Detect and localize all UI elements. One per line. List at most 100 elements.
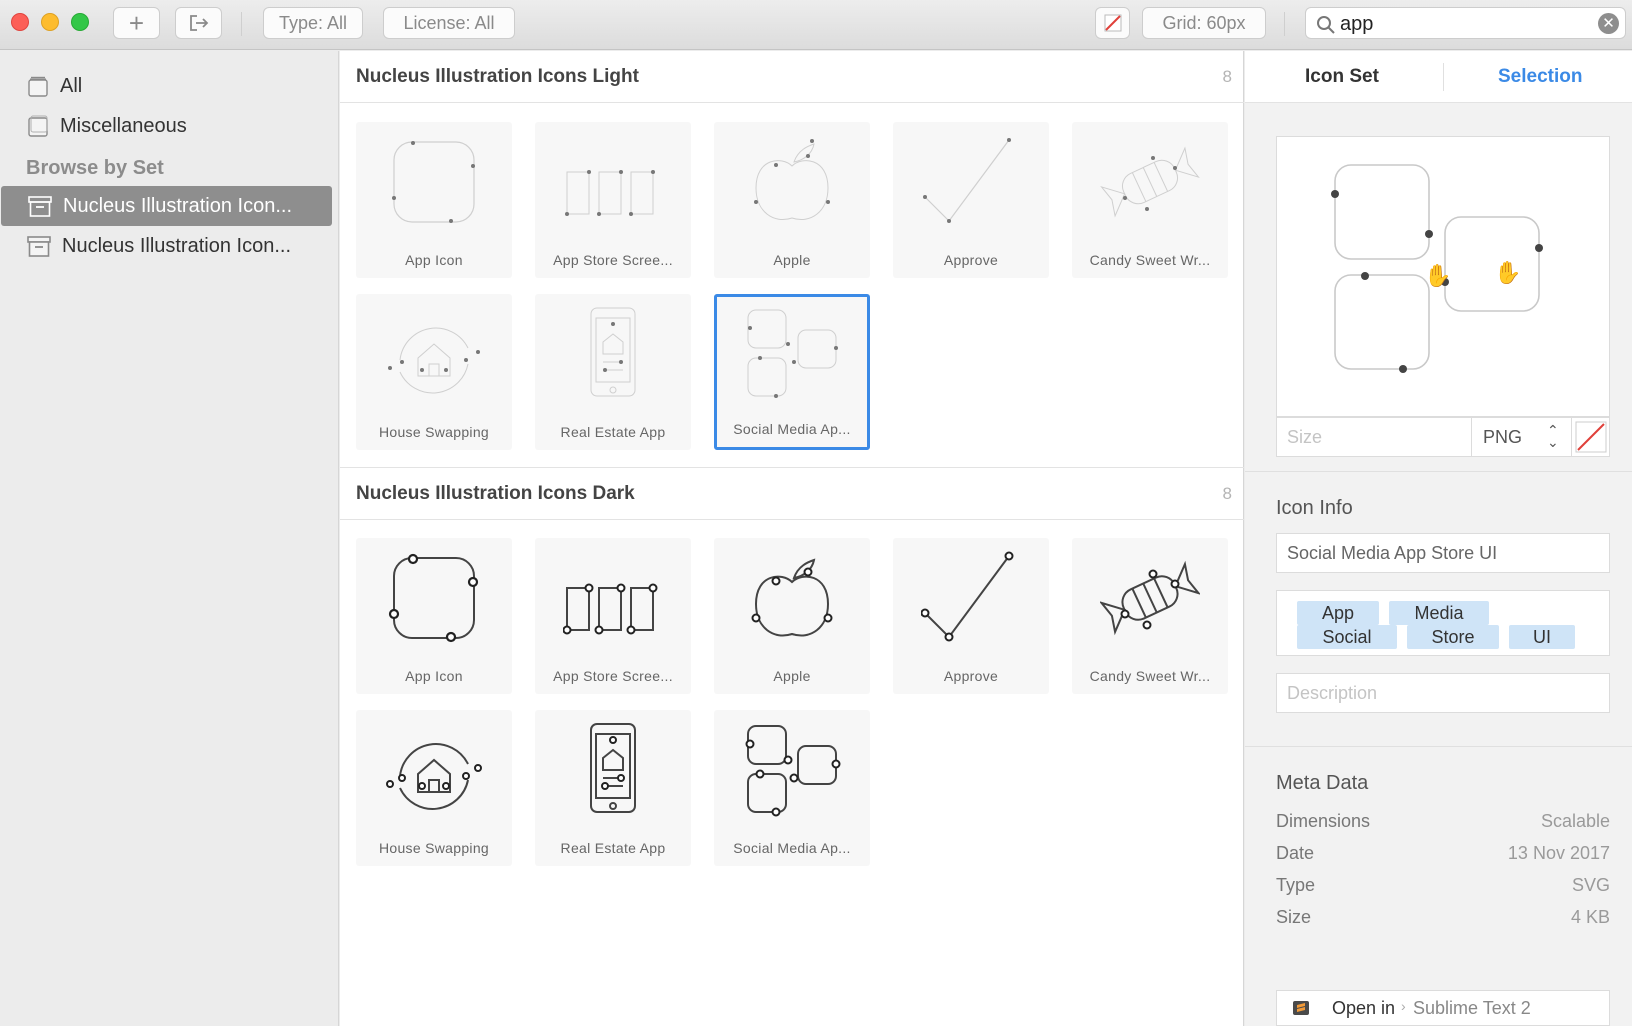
approve-checkmark-illustration: [923, 138, 1011, 223]
icon-tile[interactable]: App Icon: [356, 538, 512, 694]
close-window-button[interactable]: [11, 13, 29, 31]
inspector-panel: Icon Set Selection ✋ ✋ Size PNG ⌃ ⌄ Icon …: [1245, 51, 1632, 1026]
icon-tile[interactable]: App Icon: [356, 122, 512, 278]
chevron-right-icon: ›: [1401, 998, 1406, 1014]
clear-search-icon[interactable]: ✕: [1598, 13, 1619, 34]
social-media-app-illustration: [747, 309, 838, 398]
format-select[interactable]: PNG: [1483, 427, 1522, 448]
icon-tile[interactable]: Apple: [714, 538, 870, 694]
size-input[interactable]: Size: [1287, 427, 1322, 448]
icon-tile-label: Social Media Ap...: [733, 840, 851, 856]
chevron-up-down-icon: ⌃ ⌄: [1547, 422, 1559, 450]
icon-tile[interactable]: House Swapping: [356, 294, 512, 450]
open-in-app-name: Sublime Text 2: [1413, 998, 1531, 1018]
house-swapping-illustration: [386, 743, 482, 810]
icon-tile[interactable]: App Store Scree...: [535, 122, 691, 278]
app-store-screens-illustration: [565, 170, 655, 216]
icon-tile-label: Apple: [773, 668, 811, 684]
export-button[interactable]: [175, 7, 222, 39]
meta-value: 4 KB: [1570, 907, 1610, 927]
search-field[interactable]: app ✕: [1305, 7, 1626, 39]
description-field[interactable]: Description: [1276, 673, 1610, 713]
apple-illustration: [754, 139, 830, 220]
icon-tile[interactable]: Approve: [893, 538, 1049, 694]
open-in-button[interactable]: Open in › Sublime Text 2: [1276, 990, 1610, 1026]
section-divider: [1245, 471, 1632, 472]
grab-hand-icon: ✋: [1424, 263, 1451, 289]
tab-divider: [1443, 63, 1444, 91]
icon-tile[interactable]: House Swapping: [356, 710, 512, 866]
sidebar-item-miscellaneous[interactable]: Miscellaneous: [0, 106, 331, 146]
sidebar-item-all[interactable]: All: [0, 66, 331, 106]
tag-chip[interactable]: Store: [1407, 625, 1499, 649]
search-input[interactable]: app: [1340, 13, 1373, 36]
sidebar-set-label: Nucleus Illustration Icon...: [62, 234, 291, 257]
icon-tile[interactable]: Approve: [893, 122, 1049, 278]
icon-browser: Nucleus Illustration Icons Light 8 App I…: [340, 51, 1244, 1026]
icon-tile-label: App Icon: [405, 252, 463, 268]
icon-tile-label: House Swapping: [378, 840, 490, 856]
grid-size-button[interactable]: Grid: 60px: [1142, 7, 1266, 39]
export-icon: [189, 15, 208, 31]
grab-hand-icon: ✋: [1494, 260, 1521, 286]
license-filter-button[interactable]: License: All: [383, 7, 515, 39]
app-icon-illustration: [392, 141, 475, 223]
icon-tile-label: App Store Scree...: [553, 668, 673, 684]
icon-name-field[interactable]: Social Media App Store UI: [1276, 533, 1610, 573]
icon-tile-selected[interactable]: Social Media Ap...: [714, 294, 870, 450]
candy-illustration: [1100, 146, 1200, 218]
no-background-icon[interactable]: [1572, 418, 1610, 456]
tag-chip[interactable]: Social: [1297, 625, 1397, 649]
meta-value: 13 Nov 2017: [1507, 843, 1610, 863]
icon-info-header: Icon Info: [1276, 497, 1353, 519]
stack-icon: [28, 76, 48, 97]
icon-tile-label: Social Media Ap...: [733, 421, 851, 437]
export-options-bar: Size PNG ⌃ ⌄: [1276, 417, 1610, 457]
icon-tile[interactable]: Candy Sweet Wr...: [1072, 538, 1228, 694]
meta-data-header: Meta Data: [1276, 772, 1369, 794]
meta-key: Type: [1276, 875, 1316, 895]
tag-chip[interactable]: UI: [1509, 625, 1575, 649]
tab-icon-set[interactable]: Icon Set: [1305, 66, 1379, 88]
type-filter-button[interactable]: Type: All: [263, 7, 363, 39]
sidebar-set-item[interactable]: Nucleus Illustration Icon...: [0, 226, 331, 266]
tag-chip[interactable]: App: [1297, 601, 1379, 625]
zoom-window-button[interactable]: [71, 13, 89, 31]
sublime-text-icon: [1293, 1001, 1309, 1015]
icon-tile[interactable]: Candy Sweet Wr...: [1072, 122, 1228, 278]
tags-field[interactable]: App Media Social Store UI: [1276, 590, 1610, 656]
icon-preview[interactable]: ✋ ✋: [1276, 136, 1610, 417]
icon-tile[interactable]: Real Estate App: [535, 710, 691, 866]
folder-stack-icon: [28, 115, 48, 137]
section-header: Nucleus Illustration Icons Dark 8: [340, 468, 1244, 520]
divider: [1471, 418, 1472, 456]
section-count: 8: [1222, 67, 1232, 86]
browse-by-set-header: Browse by Set: [26, 157, 164, 179]
icon-tile-label: Apple: [773, 252, 811, 268]
license-filter-label: License: All: [403, 12, 495, 33]
icon-tile-label: Candy Sweet Wr...: [1089, 668, 1211, 684]
inspector-tabs: Icon Set Selection: [1245, 51, 1632, 103]
add-button[interactable]: +: [113, 7, 160, 39]
house-swapping-illustration: [388, 327, 480, 394]
real-estate-app-illustration: [590, 307, 636, 397]
icon-tile[interactable]: Real Estate App: [535, 294, 691, 450]
social-media-app-preview-illustration: ✋ ✋: [1331, 164, 1543, 373]
icon-tile[interactable]: App Store Scree...: [535, 538, 691, 694]
icon-tile[interactable]: Apple: [714, 122, 870, 278]
minimize-window-button[interactable]: [41, 13, 59, 31]
tag-chip[interactable]: Media: [1389, 601, 1489, 625]
meta-value: Scalable: [1540, 811, 1610, 831]
sidebar-set-item[interactable]: Nucleus Illustration Icon...: [1, 186, 332, 226]
icon-tile-label: App Store Scree...: [553, 252, 673, 268]
icon-tile-label: Approve: [943, 668, 999, 684]
section-header: Nucleus Illustration Icons Light 8: [340, 51, 1244, 103]
icon-tile-label: App Icon: [405, 668, 463, 684]
tab-selection[interactable]: Selection: [1498, 66, 1582, 88]
background-color-button[interactable]: [1095, 7, 1130, 39]
sidebar-item-label: All: [60, 74, 83, 97]
real-estate-app-illustration: [590, 723, 636, 813]
icon-tile[interactable]: Social Media Ap...: [714, 710, 870, 866]
toolbar-divider: [241, 12, 242, 36]
section-title: Nucleus Illustration Icons Dark: [356, 483, 635, 504]
